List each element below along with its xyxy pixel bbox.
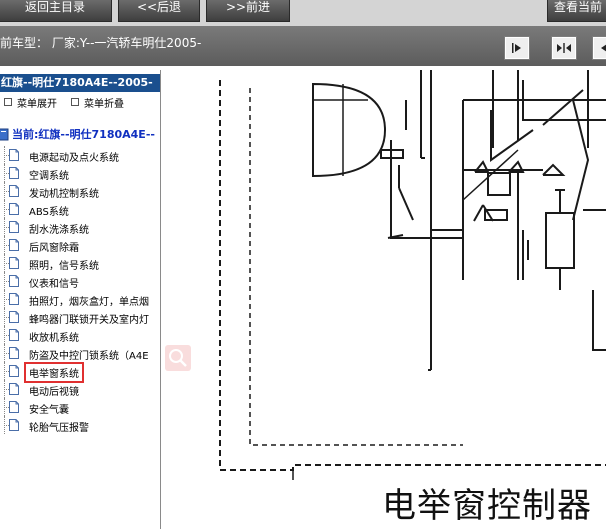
back-button[interactable]: <<后退 bbox=[118, 0, 200, 22]
tree-item-label: 仪表和信号 bbox=[29, 279, 79, 290]
back-label: <<后退 bbox=[136, 0, 182, 14]
expand-right-button[interactable] bbox=[592, 36, 606, 60]
forward-label: >>前进 bbox=[225, 0, 271, 14]
document-icon bbox=[9, 401, 19, 413]
tree-item-label: 拍照灯，烟灰盒灯，单点烟 bbox=[29, 297, 149, 308]
tree-item[interactable]: 照明，信号系统 bbox=[0, 254, 160, 272]
document-icon bbox=[9, 185, 19, 197]
arrow-right-bar-icon bbox=[512, 43, 521, 53]
expand-checkbox[interactable] bbox=[4, 98, 12, 106]
tree-item[interactable]: 蜂鸣器门联锁开关及室内灯 bbox=[0, 308, 160, 326]
wiring-diagram bbox=[219, 70, 606, 480]
diagram-viewer: 电举窗控制器 bbox=[163, 70, 606, 529]
tree-item[interactable]: 拍照灯，烟灰盒灯，单点烟 bbox=[0, 290, 160, 308]
document-icon bbox=[9, 347, 19, 359]
tree-item-label: 电源起动及点火系统 bbox=[29, 153, 119, 164]
search-overlay-icon[interactable] bbox=[165, 345, 191, 371]
document-icon bbox=[9, 149, 19, 161]
collapse-checkbox[interactable] bbox=[71, 98, 79, 106]
left-tree-panel: 红旗--明仕7180A4E--2005- 菜单展开 菜单折叠 当前:红旗--明仕… bbox=[0, 70, 161, 529]
tree-item[interactable]: 防盗及中控门锁系统（A4E bbox=[0, 344, 160, 362]
tree-item[interactable]: 仪表和信号 bbox=[0, 272, 160, 290]
document-icon bbox=[9, 365, 19, 377]
document-icon bbox=[9, 239, 19, 251]
magnifier-icon bbox=[169, 349, 187, 367]
diagram-caption: 电举窗控制器 bbox=[382, 486, 592, 526]
tree-item-label: 蜂鸣器门联锁开关及室内灯 bbox=[29, 315, 149, 326]
document-icon bbox=[9, 221, 19, 233]
tree-item-label: ABS系统 bbox=[29, 207, 69, 218]
tree-item[interactable]: 电举窗系统 bbox=[0, 362, 160, 383]
tree-item-label: 收放机系统 bbox=[29, 333, 79, 344]
tree-item-label: 防盗及中控门锁系统（A4E bbox=[29, 351, 149, 362]
back-to-home-button[interactable]: 返回主目录 bbox=[0, 0, 112, 22]
forward-button[interactable]: >>前进 bbox=[206, 0, 290, 22]
back-to-home-label: 返回主目录 bbox=[24, 0, 85, 14]
document-icon bbox=[9, 293, 19, 305]
tree-item[interactable]: ABS系统 bbox=[0, 200, 160, 218]
tree-item[interactable]: 后风窗除霜 bbox=[0, 236, 160, 254]
tree-item-label: 刮水洗涤系统 bbox=[29, 225, 89, 236]
arrow-left-bar-icon bbox=[601, 44, 606, 52]
document-icon bbox=[9, 383, 19, 395]
collapse-left-button[interactable] bbox=[504, 36, 530, 60]
tree-item[interactable]: 电动后视镜 bbox=[0, 380, 160, 398]
document-icon bbox=[9, 203, 19, 215]
tree-item[interactable]: 发动机控制系统 bbox=[0, 182, 160, 200]
view-current-label: 查看当前 bbox=[553, 0, 602, 14]
split-view-button[interactable] bbox=[551, 36, 577, 60]
menu-expand-label[interactable]: 菜单展开 bbox=[17, 95, 57, 110]
tree-item-label: 电举窗系统 bbox=[24, 362, 84, 383]
view-current-button[interactable]: 查看当前 bbox=[547, 0, 606, 22]
tree-item[interactable]: 安全气囊 bbox=[0, 398, 160, 416]
car-info-bar: 前车型： 厂家:Y--一汽轿车明仕2005- bbox=[0, 26, 606, 66]
tree-item-label: 发动机控制系统 bbox=[29, 189, 99, 200]
split-arrows-icon bbox=[557, 43, 571, 53]
tree-root[interactable]: 当前:红旗--明仕7180A4E-- bbox=[0, 126, 155, 142]
menu-expand-collapse-row: 菜单展开 菜单折叠 bbox=[0, 94, 124, 110]
document-icon bbox=[9, 167, 19, 179]
menu-collapse-label[interactable]: 菜单折叠 bbox=[84, 95, 124, 110]
tree-item-label: 轮胎气压报警 bbox=[29, 423, 89, 434]
document-icon bbox=[9, 419, 19, 431]
document-icon bbox=[9, 257, 19, 269]
document-icon bbox=[9, 329, 19, 341]
tree-item[interactable]: 轮胎气压报警 bbox=[0, 416, 160, 434]
tree-item-label: 后风窗除霜 bbox=[29, 243, 79, 254]
tree-item[interactable]: 刮水洗涤系统 bbox=[0, 218, 160, 236]
vehicle-title: 红旗--明仕7180A4E--2005- bbox=[0, 74, 160, 92]
book-icon bbox=[0, 128, 9, 141]
tree-item-label: 安全气囊 bbox=[29, 405, 69, 416]
current-car-model-text: 前车型： 厂家:Y--一汽轿车明仕2005- bbox=[0, 36, 202, 50]
tree-item[interactable]: 空调系统 bbox=[0, 164, 160, 182]
tree-list: 电源起动及点火系统 空调系统发动机控制系统 ABS系统刮水洗涤系统 后风窗除霜照明，信… bbox=[0, 146, 160, 434]
top-toolbar: 返回主目录 <<后退 >>前进 查看当前 bbox=[0, 0, 606, 26]
tree-item-label: 空调系统 bbox=[29, 171, 69, 182]
document-icon bbox=[9, 275, 19, 287]
tree-item[interactable]: 收放机系统 bbox=[0, 326, 160, 344]
document-icon bbox=[9, 311, 19, 323]
tree-item-label: 电动后视镜 bbox=[29, 387, 79, 398]
tree-item-label: 照明，信号系统 bbox=[29, 261, 99, 272]
tree-item[interactable]: 电源起动及点火系统 bbox=[0, 146, 160, 164]
tree-root-label: 当前:红旗--明仕7180A4E-- bbox=[12, 128, 155, 141]
